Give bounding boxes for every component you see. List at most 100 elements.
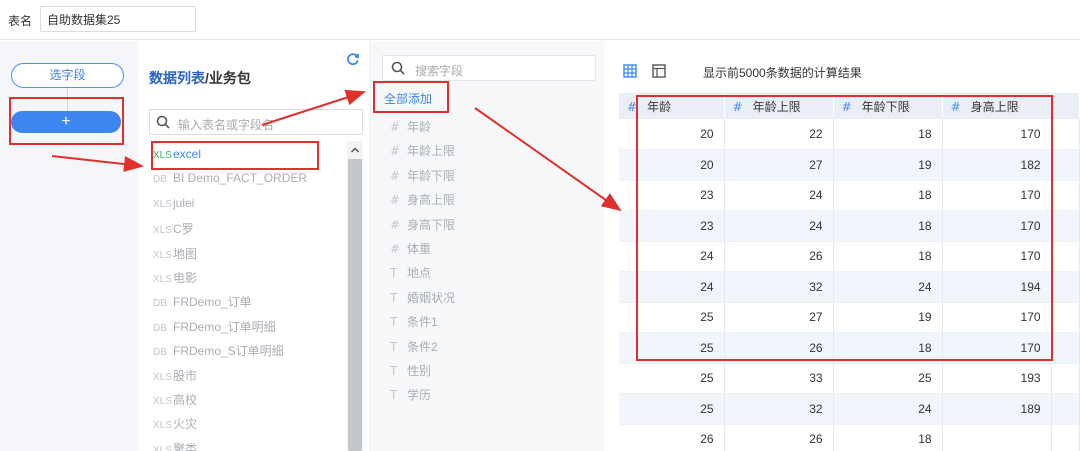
column-label: 年龄上限 [752, 99, 801, 114]
table-name: BI Demo_FACT_ORDER [173, 171, 308, 186]
table-cell: 32 [724, 271, 834, 303]
table-cell: 25 [619, 363, 725, 394]
table-list-item[interactable]: XLS地图 [153, 245, 197, 265]
column-header[interactable]: # 身高上限 [942, 93, 1052, 119]
field-list-item[interactable]: # 身高上限 [390, 191, 455, 211]
table-list-item[interactable]: XLS高校 [153, 391, 197, 411]
field-list-item[interactable]: T 地点 [390, 264, 431, 284]
excel-file-icon: XLS [153, 420, 172, 432]
field-panel: 搜索字段 全部添加 # 年龄 # 年龄上限 # 年龄下限 # 身高上限 # 身高下限 # 体重 T 地点 T… [372, 41, 604, 451]
refresh-icon[interactable] [346, 52, 360, 66]
column-header[interactable]: # 年龄 [619, 93, 725, 119]
table-cell: 18 [833, 332, 943, 364]
table-list-item[interactable]: DB FRDemo_订单明细 [153, 318, 276, 338]
table-cell: 170 [942, 241, 1052, 272]
field-list-item[interactable]: T 条件2 [390, 338, 438, 358]
excel-file-icon: XLS [153, 371, 172, 383]
table-cell: 24 [619, 271, 725, 303]
connector-line [67, 88, 68, 111]
field-name: 性别 [407, 364, 432, 378]
table-name-input[interactable] [40, 6, 196, 32]
table-name: 聚类 [173, 441, 198, 451]
text-field-icon: T [390, 388, 398, 403]
number-field-icon: # [390, 217, 401, 232]
table-cell: 24 [724, 180, 834, 211]
database-icon: DB [153, 347, 167, 359]
number-field-icon: # [390, 120, 401, 134]
field-name: 条件1 [407, 315, 438, 330]
table-row: 26 26 18 [619, 424, 1080, 451]
table-list-item[interactable]: XLS股市 [153, 367, 197, 387]
scroll-up-icon[interactable] [348, 143, 362, 157]
title-business-package[interactable]: 业务包 [209, 70, 251, 86]
title-data-list[interactable]: 数据列表 [149, 70, 205, 86]
table-name-label: 表名 [8, 14, 33, 28]
table-view-icon[interactable] [623, 64, 637, 78]
field-list-item[interactable]: # 年龄 [390, 118, 431, 138]
table-cell: 170 [942, 210, 1052, 242]
excel-file-icon: XLS [153, 444, 172, 451]
field-list-item[interactable]: T 学历 [390, 386, 431, 406]
text-field-icon: T [390, 290, 398, 305]
number-field-icon: # [950, 99, 961, 114]
column-header-partial[interactable] [1051, 93, 1080, 119]
table-list-item[interactable]: DB FRDemo_订单 [153, 293, 252, 313]
table-list-item[interactable]: XLS火灾 [153, 415, 197, 435]
table-cell: 18 [833, 424, 943, 451]
table-cell: 170 [942, 302, 1052, 333]
table-header-row: # 年龄 # 年龄上限 # 年龄下限 # 身高上限 [619, 93, 1080, 119]
result-toolbar: 显示前5000条数据的计算结果 [605, 51, 1080, 89]
table-name: FRDemo_订单 [173, 295, 252, 310]
add-button[interactable]: + [11, 111, 121, 133]
table-name: excel [173, 147, 202, 161]
table-list-item[interactable]: XLS电影 [153, 269, 197, 289]
column-header[interactable]: # 年龄下限 [833, 93, 943, 119]
table-cell-partial [1051, 119, 1080, 150]
table-list-item[interactable]: DB BI Demo_FACT_ORDER [153, 171, 307, 191]
field-name: 学历 [407, 388, 432, 403]
field-list-item[interactable]: # 年龄上限 [390, 142, 455, 162]
field-list-item[interactable]: T 婚姻状况 [390, 289, 455, 309]
table-cell-partial [1051, 424, 1080, 451]
table-row: 25 33 25 193 [619, 363, 1080, 394]
field-list-item[interactable]: T 性别 [390, 362, 431, 382]
table-row: 20 27 19 182 [619, 149, 1080, 181]
number-field-icon: # [390, 168, 401, 183]
table-cell: 24 [833, 393, 943, 425]
table-cell: 24 [724, 210, 834, 242]
table-name: C罗 [173, 222, 194, 237]
field-list-item[interactable]: # 身高下限 [390, 216, 455, 236]
number-field-icon: # [627, 99, 638, 114]
left-toolbar: 选字段 + [0, 41, 138, 451]
table-cell: 18 [833, 119, 943, 150]
table-list-item[interactable]: XLSexcel [153, 147, 201, 167]
table-cell: 170 [942, 119, 1052, 150]
table-list-item[interactable]: XLS聚类 [153, 440, 197, 451]
table-search-input[interactable]: 输入表名或字段名 [149, 109, 363, 135]
field-list-item[interactable]: T 条件1 [390, 313, 438, 333]
data-list-panel: 数据列表/业务包 输入表名或字段名 XLSexcel DB BI Demo_FACT… [139, 41, 371, 451]
text-field-icon: T [390, 315, 398, 330]
field-list-item[interactable]: # 体重 [390, 240, 431, 260]
table-list-item[interactable]: XLSjulei [153, 196, 194, 216]
search-icon [391, 61, 405, 75]
field-search-input[interactable]: 搜索字段 [382, 55, 596, 81]
result-panel: 显示前5000条数据的计算结果 # 年龄 # 年龄上限 # 年龄下限 # 身高上限 20 22 1… [605, 41, 1080, 451]
table-list-item[interactable]: DB FRDemo_S订单明细 [153, 342, 284, 362]
scrollbar-thumb[interactable] [348, 159, 362, 451]
table-list-item[interactable]: XLSC罗 [153, 220, 194, 240]
table-cell: 170 [942, 180, 1052, 211]
table-cell: 26 [619, 424, 725, 451]
column-header[interactable]: # 年龄上限 [724, 93, 834, 119]
select-field-button[interactable]: 选字段 [11, 63, 124, 88]
field-name: 年龄上限 [407, 144, 456, 159]
field-name: 地点 [407, 266, 432, 281]
table-body: 20 22 18 170 20 27 19 182 23 24 18 170 23 24 18 170 24 26… [619, 119, 1080, 451]
layout-view-icon[interactable] [652, 64, 666, 78]
table-row: 20 22 18 170 [619, 119, 1080, 150]
field-list-item[interactable]: # 年龄下限 [390, 167, 455, 187]
table-name: 高校 [173, 393, 198, 407]
table-cell-partial [1051, 271, 1080, 303]
number-field-icon: # [732, 99, 743, 114]
add-all-button[interactable]: 全部添加 [384, 90, 432, 107]
